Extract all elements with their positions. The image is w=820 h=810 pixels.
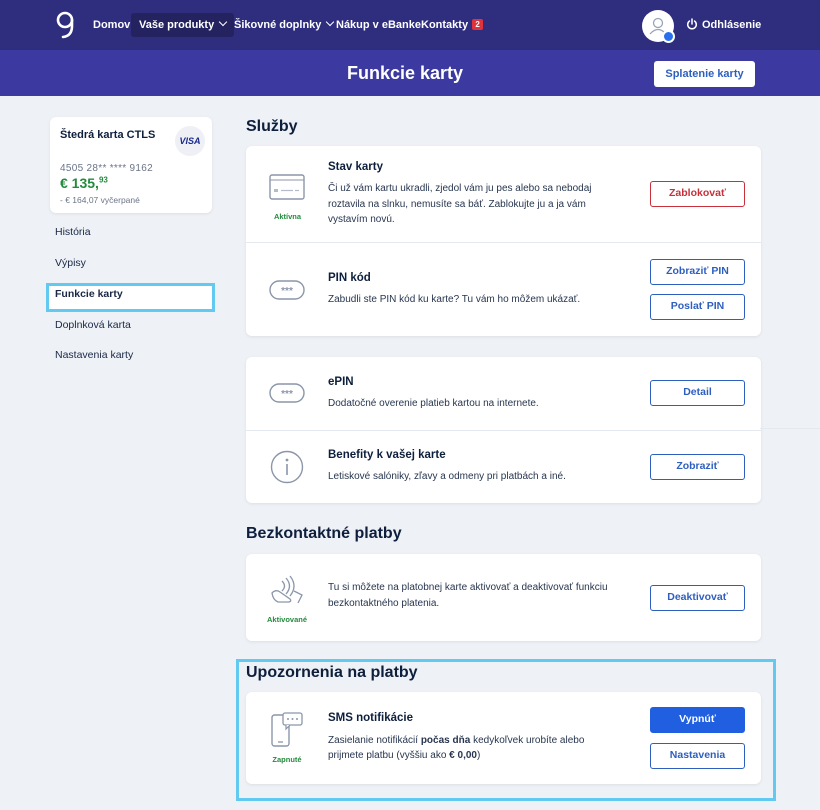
block-card-button[interactable]: Zablokovať [650,181,745,207]
benefits-title: Benefity k vašej karte [328,449,446,461]
svg-text:***: *** [281,286,293,297]
contactless-status-label: Aktivované [266,615,308,624]
card-status-desc-2: roztavila na slnku, nemusíte sa báť. Zab… [328,199,586,210]
nav-products-label: Vaše produkty [139,19,215,31]
nav-addons[interactable]: Šikovné doplnky [226,13,341,37]
highlight-frame [46,283,215,312]
sidebar-item-supplementary-card[interactable]: Doplnková karta [55,319,131,331]
logout-label: Odhlásenie [702,19,762,31]
card-name: Štedrá karta CTLS [60,129,156,141]
contactless-desc-2: bezkontaktného platenia. [328,598,440,609]
pin-title: PIN kód [328,272,371,284]
nav-products[interactable]: Vaše produkty [131,13,235,37]
notification-badge: 2 [472,19,484,30]
visa-logo-icon: VISA [175,126,205,156]
card-repayment-button[interactable]: Splatenie karty [654,61,755,87]
benefits-desc: Letiskové salóniky, zľavy a odmeny pri p… [328,471,566,482]
sidebar-item-statements[interactable]: Výpisy [55,257,86,269]
pin-icon: *** [269,280,305,300]
card-spent: - € 164,07 vyčerpané [60,195,140,205]
sidebar-item-card-settings[interactable]: Nastavenia karty [55,349,133,361]
card-balance-cents: 93 [98,175,108,185]
section-title-services: Služby [246,118,298,135]
divider [760,428,820,429]
logout-button[interactable]: Odhlásenie [686,13,761,37]
nav-contacts[interactable]: Kontakty 2 [413,13,491,37]
nav-contacts-label: Kontakty [421,19,469,31]
send-pin-button[interactable]: Poslať PIN [650,294,745,320]
epin-title: ePIN [328,376,354,388]
deactivate-contactless-button[interactable]: Deaktivovať [650,585,745,611]
card-balance-main: € 135, [60,175,99,191]
info-icon [270,450,304,484]
svg-text:***: *** [281,389,293,400]
bank-logo-icon[interactable] [54,11,76,39]
contactless-desc-1: Tu si môžete na platobnej karte aktivova… [328,582,608,593]
card-summary[interactable]: Štedrá karta CTLS VISA 4505 28** **** 91… [50,117,212,213]
contactless-payment-icon [271,575,303,604]
card-icon [269,174,305,200]
card-status-desc-1: Či už vám kartu ukradli, zjedol vám ju p… [328,183,592,194]
highlight-frame [236,659,776,801]
epin-detail-button[interactable]: Detail [650,380,745,406]
benefits-show-button[interactable]: Zobraziť [650,454,745,480]
card-status-label: Aktívna [273,212,302,221]
epin-icon: *** [269,383,305,403]
power-icon [687,18,697,30]
settings-badge-icon [662,30,675,43]
card-number: 4505 28** **** 9162 [60,163,153,174]
nav-addons-label: Šikovné doplnky [234,19,322,31]
section-title-contactless: Bezkontaktné platby [246,525,402,542]
divider [246,242,761,243]
epin-desc: Dodatočné overenie platieb kartou na int… [328,398,539,409]
card-status-title: Stav karty [328,161,383,173]
sidebar-item-history[interactable]: História [55,226,91,238]
card-balance: € 135,93 [60,175,108,191]
show-pin-button[interactable]: Zobraziť PIN [650,259,745,285]
card-status-desc-3: vystavím novú. [328,214,395,225]
pin-desc: Zabudli ste PIN kód ku karte? Tu vám ho … [328,294,581,305]
divider [246,430,761,431]
